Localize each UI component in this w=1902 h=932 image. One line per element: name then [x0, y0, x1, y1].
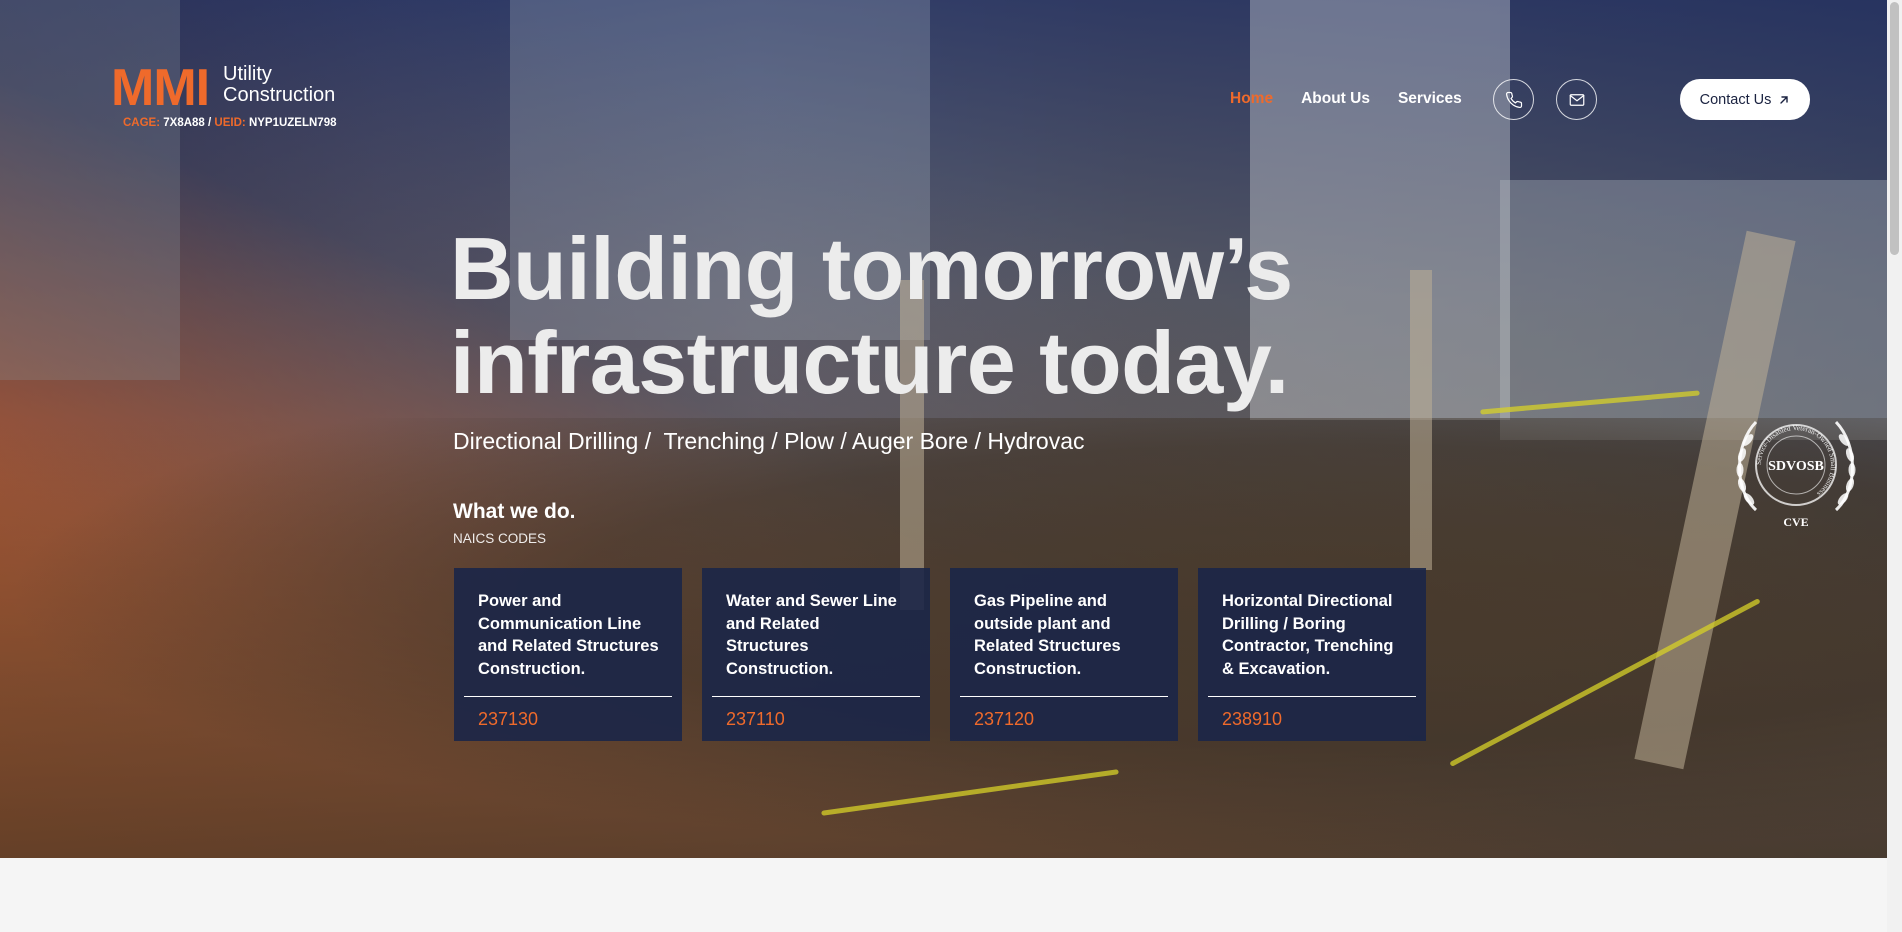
site-logo[interactable]: MMI Utility Construction CAGE: 7X8A88 / …: [111, 59, 337, 129]
sdvosb-badge: Service-Disabled Veteran-Owned Small Bus…: [1736, 420, 1856, 529]
contact-us-label: Contact Us: [1699, 91, 1772, 108]
mail-button[interactable]: [1556, 79, 1597, 120]
mail-icon: [1569, 93, 1584, 106]
main-nav: Home About Us Services: [1230, 90, 1462, 108]
cage-label: CAGE:: [123, 117, 161, 129]
page-scrollbar[interactable]: [1887, 0, 1902, 932]
naics-codes-subheading: NAICS CODES: [453, 531, 547, 546]
logo-subtitle-line1: Utility: [223, 63, 272, 85]
nav-services[interactable]: Services: [1398, 90, 1462, 108]
scrollbar-thumb[interactable]: [1890, 2, 1899, 255]
services-tagline: Directional Drilling / Trenching / Plow …: [453, 428, 1085, 454]
naics-card-title: Gas Pipeline and outside plant and Relat…: [974, 592, 1121, 678]
ueid-label: UEID:: [214, 117, 246, 129]
badge-text: SDVOSB: [1768, 459, 1824, 474]
phone-button[interactable]: [1493, 79, 1534, 120]
naics-card-code: 238910: [1222, 709, 1283, 729]
contact-us-button[interactable]: Contact Us: [1680, 79, 1810, 120]
naics-card-title: Power and Communication Line and Related…: [478, 592, 659, 678]
nav-home[interactable]: Home: [1230, 90, 1273, 108]
naics-card-title: Water and Sewer Line and Related Structu…: [726, 592, 897, 678]
naics-card[interactable]: Gas Pipeline and outside plant and Relat…: [950, 568, 1178, 741]
headline-line-2: infrastructure today.: [450, 313, 1289, 412]
naics-card[interactable]: Water and Sewer Line and Related Structu…: [702, 568, 930, 741]
headline-line-1: Building tomorrow’s: [450, 219, 1293, 318]
logo-mark: MMI: [111, 59, 210, 117]
logo-subtitle: Utility Construction: [223, 64, 335, 106]
badge-mark: CVE: [1783, 515, 1808, 529]
naics-card-code: 237110: [726, 709, 785, 729]
cage-value: 7X8A88 /: [163, 117, 212, 129]
what-we-do-heading: What we do.: [453, 500, 576, 523]
naics-card-code: 237120: [974, 709, 1035, 729]
page: MMI Utility Construction CAGE: 7X8A88 / …: [0, 0, 1902, 932]
naics-card-title: Horizontal Directional Drilling / Boring…: [1222, 592, 1394, 678]
phone-icon: [1505, 91, 1522, 108]
naics-card-code: 237130: [478, 709, 539, 729]
hero-headline: Building tomorrow’s infrastructure today…: [450, 222, 1293, 410]
naics-card[interactable]: Horizontal Directional Drilling / Boring…: [1198, 568, 1426, 741]
naics-card[interactable]: Power and Communication Line and Related…: [454, 568, 682, 741]
naics-cards: Power and Communication Line and Related…: [454, 568, 1426, 741]
logo-subtitle-line2: Construction: [223, 84, 336, 106]
ueid-value: NYP1UZELN798: [248, 117, 337, 129]
registration-codes: CAGE: 7X8A88 / UEID: NYP1UZELN798: [123, 117, 337, 129]
arrow-up-right-icon: [1780, 95, 1789, 104]
nav-about-us[interactable]: About Us: [1301, 90, 1370, 108]
